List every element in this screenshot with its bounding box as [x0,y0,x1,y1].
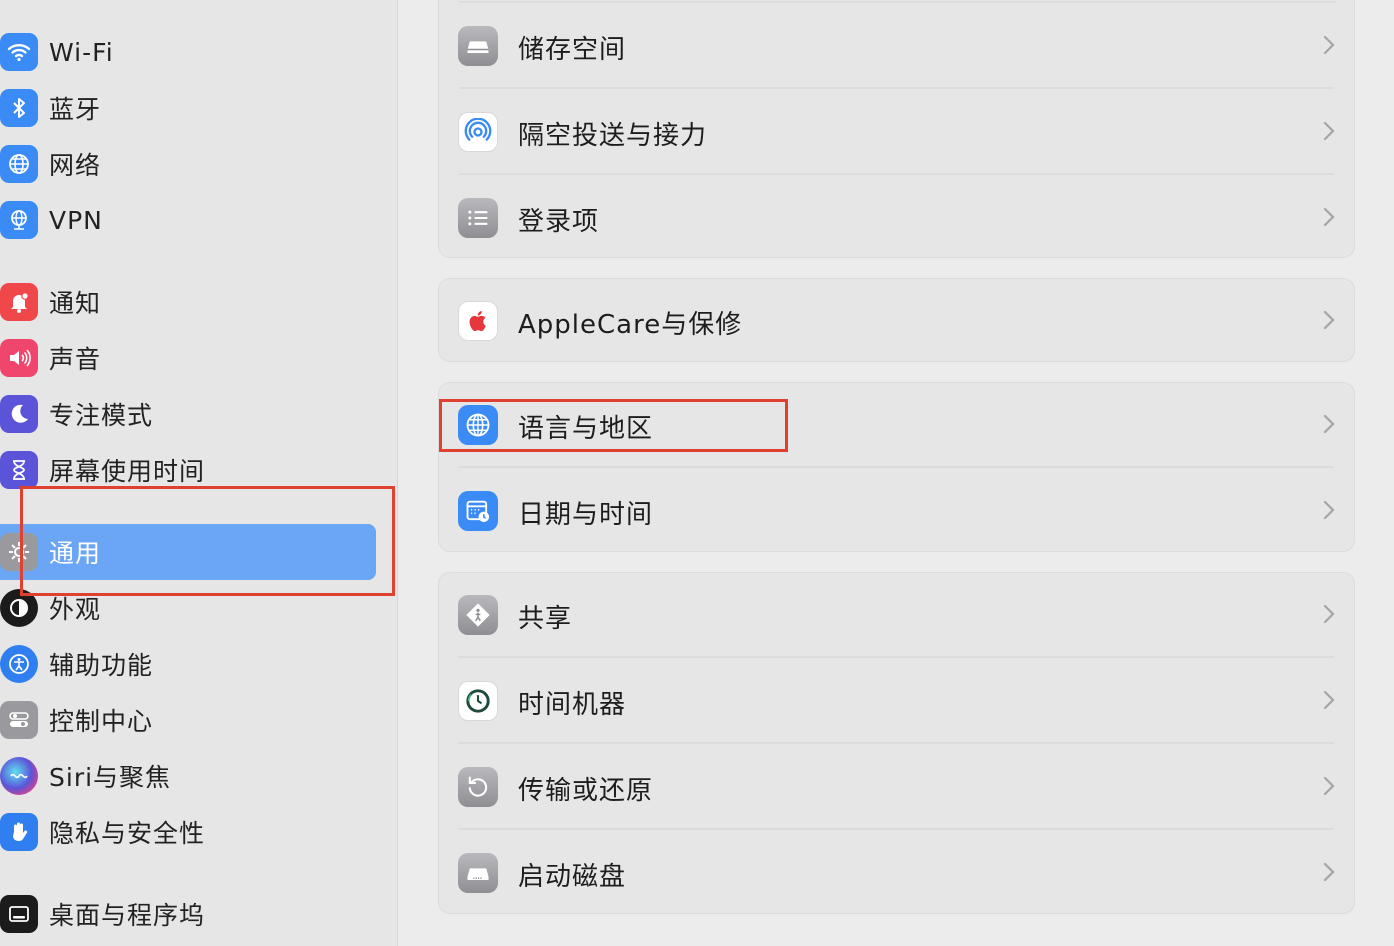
sidebar-item-label: VPN [49,205,103,235]
sidebar-item-label: 控制中心 [49,707,154,736]
sidebar-item-label: Siri与聚焦 [49,763,172,792]
siri-icon [0,757,38,795]
sidebar-item-control-center[interactable]: 控制中心 [0,698,376,742]
settings-group-applecare: AppleCare与保修 [438,278,1355,362]
sidebar-item-privacy[interactable]: 隐私与安全性 [0,810,376,854]
highlight-box-general [20,486,395,596]
bell-icon [0,283,38,321]
row-date-time[interactable]: 日期与时间 [439,468,1354,554]
row-sharing[interactable]: 共享 [439,572,1354,658]
vpn-globe-icon [0,201,38,239]
apple-icon [458,301,498,341]
hourglass-icon [0,451,38,489]
disk-icon [458,853,498,893]
row-applecare[interactable]: AppleCare与保修 [439,278,1354,364]
row-label: 传输或还原 [518,776,654,806]
airdrop-icon [458,112,498,152]
chevron-right-icon [1323,207,1335,227]
highlight-box-language-region [439,399,788,452]
time-machine-icon [458,681,498,721]
sidebar: Wi-Fi 蓝牙 网络 VPN 通知 声音 专注模式 屏幕使用时间 通用 外观 … [0,0,398,946]
settings-group-storage: 储存空间 隔空投送与接力 登录项 [438,0,1355,258]
sharing-icon [458,595,498,635]
row-airdrop-handoff[interactable]: 隔空投送与接力 [439,89,1354,175]
sidebar-item-label: Wi-Fi [49,37,114,67]
row-label: AppleCare与保修 [518,310,743,340]
sidebar-item-sound[interactable]: 声音 [0,336,376,380]
row-label: 隔空投送与接力 [518,121,708,151]
row-label: 时间机器 [518,690,627,720]
settings-group-sharing: 共享 时间机器 传输或还原 启动磁盘 [438,572,1355,914]
chevron-right-icon [1323,500,1335,520]
row-label: 登录项 [518,207,600,237]
row-login-items[interactable]: 登录项 [439,175,1354,261]
chevron-right-icon [1323,776,1335,796]
chevron-right-icon [1323,414,1335,434]
sidebar-item-label: 隐私与安全性 [49,819,206,848]
chevron-right-icon [1323,35,1335,55]
sidebar-item-label: 辅助功能 [49,651,154,680]
calendar-clock-icon [458,491,498,531]
chevron-right-icon [1323,121,1335,141]
speaker-icon [0,339,38,377]
chevron-right-icon [1323,690,1335,710]
sidebar-item-wifi[interactable]: Wi-Fi [0,30,376,74]
sidebar-item-focus[interactable]: 专注模式 [0,392,376,436]
sidebar-item-label: 声音 [49,345,102,374]
accessibility-icon [0,645,38,683]
storage-icon [458,26,498,66]
sidebar-item-label: 网络 [49,151,102,180]
sidebar-item-notifications[interactable]: 通知 [0,280,376,324]
sidebar-item-label: 屏幕使用时间 [49,457,206,486]
sidebar-item-label: 蓝牙 [49,95,102,124]
wifi-icon [0,33,38,71]
globe-icon [0,145,38,183]
sidebar-item-label: 专注模式 [49,401,154,430]
row-time-machine[interactable]: 时间机器 [439,658,1354,744]
row-label: 启动磁盘 [518,862,627,892]
restore-icon [458,767,498,807]
sidebar-item-bluetooth[interactable]: 蓝牙 [0,86,376,130]
chevron-right-icon [1323,604,1335,624]
moon-icon [0,395,38,433]
sidebar-item-accessibility[interactable]: 辅助功能 [0,642,376,686]
chevron-right-icon [1323,310,1335,330]
row-transfer-reset[interactable]: 传输或还原 [439,744,1354,830]
hand-icon [0,813,38,851]
list-icon [458,198,498,238]
main-panel: 储存空间 隔空投送与接力 登录项 AppleCare与保修 语言与地区 日期与时… [398,0,1394,946]
toggles-icon [0,701,38,739]
sidebar-item-vpn[interactable]: VPN [0,198,376,242]
row-storage[interactable]: 储存空间 [439,3,1354,89]
row-label: 共享 [518,604,573,634]
bluetooth-icon [0,89,38,127]
row-startup-disk[interactable]: 启动磁盘 [439,830,1354,916]
row-label: 日期与时间 [518,500,654,530]
chevron-right-icon [1323,862,1335,882]
row-label: 储存空间 [518,35,627,65]
sidebar-item-desktop-dock[interactable]: 桌面与程序坞 [0,892,376,936]
sidebar-item-label: 桌面与程序坞 [49,901,206,930]
sidebar-item-siri[interactable]: Siri与聚焦 [0,754,376,798]
sidebar-item-label: 通知 [49,289,102,318]
sidebar-item-network[interactable]: 网络 [0,142,376,186]
dock-icon [0,895,38,933]
